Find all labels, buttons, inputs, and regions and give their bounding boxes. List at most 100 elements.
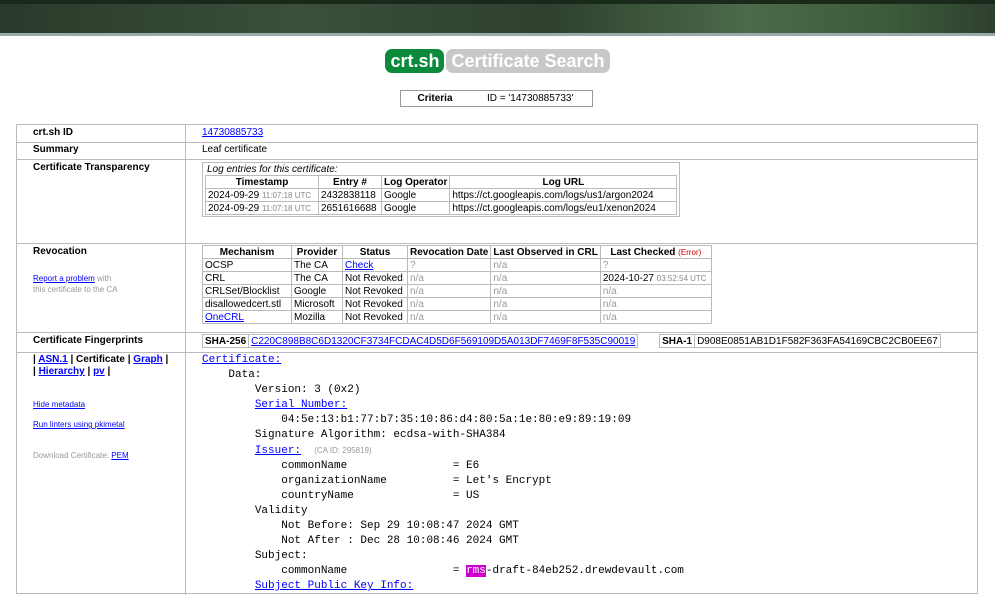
rev-provider: Microsoft [291,297,343,311]
rev-mechanism: OCSP [202,258,292,272]
sha256-label: SHA-256 [201,334,250,348]
ocsp-check-link[interactable]: Check [345,260,373,271]
rev-mechanism: CRL [202,271,292,285]
certificate-text: Certificate: Data: Version: 3 (0x2) Seri… [202,353,684,594]
subject-cn-prefix: commonName = [281,565,467,577]
run-linters-link[interactable]: Run linters using pkimetal [33,420,125,429]
issuer-c: countryName = US [281,490,480,502]
rev-date: n/a [406,284,492,298]
row-fingerprints: Certificate Fingerprints SHA-256 C220C89… [17,332,977,353]
ct-caption: Log entries for this certificate: [207,164,338,175]
ct-date: 2024-09-29 [208,202,260,214]
ct-operator: Google [380,188,451,202]
col-header: Last Observed in CRL [490,245,601,259]
cert-side-panel: | ASN.1 | Certificate | Graph | | Hierar… [17,352,186,595]
row-revocation: Revocation Report a problem with this ce… [17,243,977,333]
col-header: Timestamp [205,175,319,189]
site-logo[interactable]: crt.sh [385,49,445,73]
ct-time: 11:07:18 UTC [261,190,312,200]
table-row: OCSP The CA Check ? n/a ? [202,258,712,272]
summary-value: Leaf certificate [202,144,268,155]
table-row: 2024-09-29 11:07:18 UTC 2651616688 Googl… [205,201,678,215]
hide-metadata-link[interactable]: Hide metadata [33,400,85,409]
col-header: Entry # [318,175,382,189]
site-subtitle: Certificate Search [446,49,610,73]
ct-date: 2024-09-29 [208,189,260,201]
table-row: disallowedcert.stl Microsoft Not Revoked… [202,297,712,311]
last-checked-header: Last Checked [610,246,676,258]
rev-observed: n/a [490,271,601,285]
serial-number-link[interactable]: Serial Number: [255,399,347,411]
report-with: with [97,274,112,283]
ct-log-table: Timestamp Entry # Log Operator Log URL 2… [205,175,678,215]
certificate-heading-link[interactable]: Certificate: [202,354,281,366]
rev-provider: The CA [291,258,343,272]
rev-provider: Google [291,284,343,298]
rev-date: ? [406,258,492,272]
row-label: Certificate Transparency [17,159,186,243]
cert-not-before: Not Before: Sep 29 10:08:47 2024 GMT [281,520,519,532]
crtsh-id-link[interactable]: 14730885733 [202,127,263,138]
rev-observed: n/a [490,284,601,298]
cert-version: Version: 3 (0x2) [254,384,361,396]
cert-validity: Validity [254,505,308,517]
issuer-cn: commonName = E6 [281,460,480,472]
col-header: Revocation Date [406,245,492,259]
onecrl-link[interactable]: OneCRL [205,312,244,323]
sha256-link[interactable]: C220C898B8C6D1320CF3734FCDAC4D5D6F569109… [251,336,635,347]
report-tail: this certificate to the CA [33,285,118,294]
criteria-label: Criteria [417,93,453,104]
rev-provider: Mozilla [291,310,343,324]
spki-link[interactable]: Subject Public Key Info: [255,580,413,592]
certificate-view-label: Certificate [76,354,125,365]
asn1-link[interactable]: ASN.1 [38,354,67,365]
sha1-value: D908E0851AB1D1F582F363FA54169CBC2CB0EE67 [694,334,941,348]
download-label: Download Certificate: [33,451,110,460]
issuer-link[interactable]: Issuer: [255,445,301,457]
cert-subject: Subject: [254,550,308,562]
row-certificate-transparency: Certificate Transparency Log entries for… [17,159,977,244]
criteria-box: Criteria ID = '14730885733' [400,90,593,107]
certificate-details-table: crt.sh ID 14730885733 Summary Leaf certi… [16,124,978,595]
header-banner [0,0,995,36]
table-row: OneCRL Mozilla Not Revoked n/a n/a n/a [202,310,712,324]
ct-log-box: Log entries for this certificate: Timest… [202,162,681,217]
rev-checked: 2024-10-27 [602,272,654,284]
rev-date: n/a [406,271,492,285]
rev-mechanism: CRLSet/Blocklist [202,284,292,298]
issuer-o: organizationName = Let's Encrypt [281,475,552,487]
rev-provider: The CA [291,271,343,285]
col-header: Log URL [449,175,678,189]
rev-observed: n/a [490,258,601,272]
col-header: Status [342,245,408,259]
error-link[interactable]: (Error) [678,248,701,257]
cert-data: Data: [228,369,262,381]
rev-status: Not Revoked [342,297,408,311]
row-label: Revocation [33,246,87,257]
cert-serial: 04:5e:13:b1:77:b7:35:10:86:d4:80:5a:1e:8… [281,414,632,426]
ct-entry: 2432838118 [318,188,382,202]
download-pem-link[interactable]: PEM [111,451,128,460]
col-header: Log Operator [380,175,451,189]
pv-link[interactable]: pv [93,366,105,377]
rev-status: Not Revoked [342,310,408,324]
sha256-table: SHA-256 C220C898B8C6D1320CF3734FCDAC4D5D… [201,334,639,348]
table-row: CRL The CA Not Revoked n/a n/a 2024-10-2… [202,271,712,285]
rev-checked-time: 03:52:54 UTC [656,273,707,283]
issuer-caid: (CA ID: 295819) [314,446,372,455]
rev-checked: ? [599,258,712,272]
hierarchy-link[interactable]: Hierarchy [39,366,85,377]
row-label: Certificate Fingerprints [17,332,186,352]
rev-mechanism: disallowedcert.stl [202,297,292,311]
row-certificate: | ASN.1 | Certificate | Graph | | Hierar… [17,352,977,595]
rev-status: Not Revoked [342,271,408,285]
revocation-table: Mechanism Provider Status Revocation Dat… [202,245,712,324]
graph-link[interactable]: Graph [133,354,162,365]
report-problem: Report a problem with this certificate t… [33,273,185,295]
row-label: Summary [17,142,186,159]
col-header: Provider [291,245,343,259]
ct-url: https://ct.googleapis.com/logs/eu1/xenon… [449,201,678,215]
rev-checked: n/a [599,310,712,324]
table-row: 2024-09-29 11:07:18 UTC 2432838118 Googl… [205,188,678,202]
report-problem-link[interactable]: Report a problem [33,274,95,283]
